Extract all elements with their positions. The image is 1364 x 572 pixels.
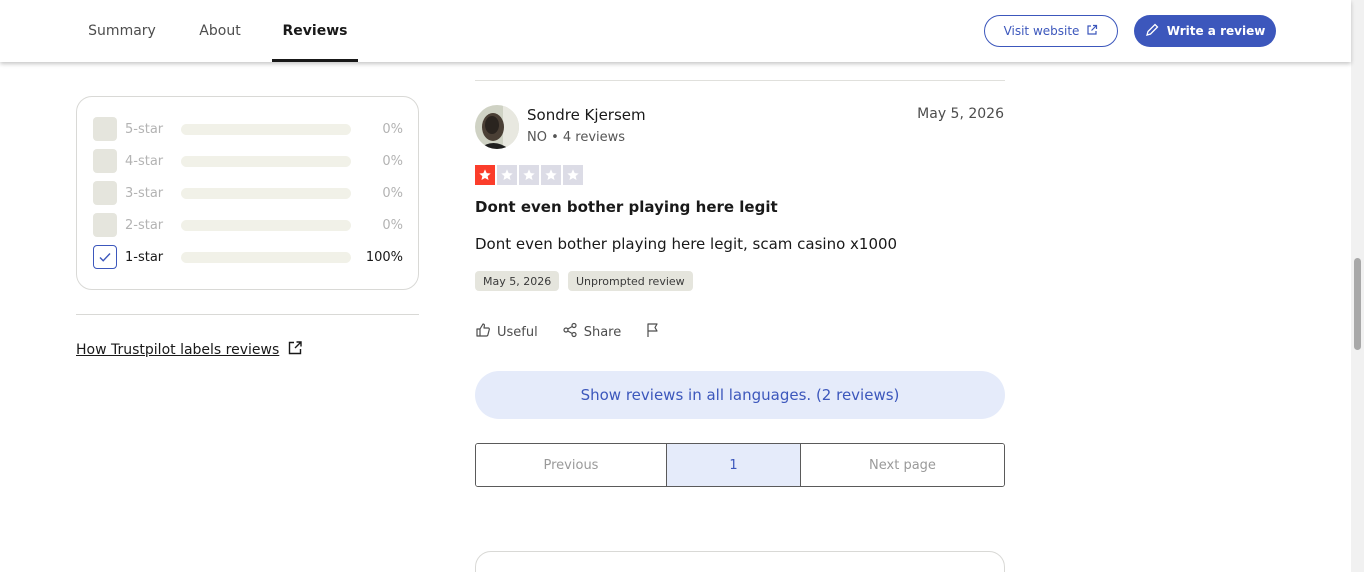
filter-label: 3-star xyxy=(125,185,164,201)
visit-website-label: Visit website xyxy=(1003,24,1080,38)
filter-label: 4-star xyxy=(125,153,164,169)
filter-row-1-star[interactable]: 1-star 100% xyxy=(93,245,403,269)
filter-checkbox[interactable] xyxy=(93,149,117,173)
flag-icon xyxy=(645,322,661,342)
review-divider xyxy=(475,80,1005,81)
next-page-button[interactable]: Next page xyxy=(801,444,1004,486)
checkmark-icon xyxy=(99,253,111,262)
reviewer-meta: NO • 4 reviews xyxy=(527,130,626,145)
filter-percent: 0% xyxy=(382,121,403,137)
star-icon xyxy=(519,165,539,185)
date-chip: May 5, 2026 xyxy=(475,271,560,291)
review-title[interactable]: Dont even bother playing here legit xyxy=(475,198,778,216)
filter-bar xyxy=(181,251,351,263)
tab-reviews[interactable]: Reviews xyxy=(272,0,358,62)
write-review-label: Write a review xyxy=(1166,24,1266,38)
current-page-button[interactable]: 1 xyxy=(667,444,801,486)
previous-page-button[interactable]: Previous xyxy=(476,444,667,486)
filter-checkbox[interactable] xyxy=(93,117,117,141)
review-date: May 5, 2026 xyxy=(917,106,1004,122)
star-icon xyxy=(475,165,495,185)
star-icon xyxy=(563,165,583,185)
filter-percent: 100% xyxy=(365,249,403,265)
review-actions: Useful Share xyxy=(475,322,661,342)
pencil-icon xyxy=(1145,23,1159,40)
filter-row-5-star[interactable]: 5-star 0% xyxy=(93,117,403,141)
page-scrollbar[interactable] xyxy=(1351,0,1364,572)
next-section-card xyxy=(475,551,1005,572)
filter-checkbox[interactable] xyxy=(93,213,117,237)
star-icon xyxy=(497,165,517,185)
thumbs-up-icon xyxy=(475,322,491,342)
how-trustpilot-labels-link[interactable]: How Trustpilot labels reviews xyxy=(76,340,303,360)
filter-label: 1-star xyxy=(125,249,164,265)
how-trustpilot-labels-text: How Trustpilot labels reviews xyxy=(76,342,280,358)
visit-website-button[interactable]: Visit website xyxy=(984,15,1118,47)
top-nav-bar: Summary About Reviews Visit website Writ… xyxy=(0,0,1351,62)
filter-percent: 0% xyxy=(382,185,403,201)
share-icon xyxy=(562,322,578,342)
filter-checkbox[interactable] xyxy=(93,181,117,205)
pagination: Previous 1 Next page xyxy=(475,443,1005,487)
filter-bar xyxy=(181,187,351,199)
useful-button[interactable]: Useful xyxy=(475,322,538,342)
report-button[interactable] xyxy=(645,322,661,342)
star-rating xyxy=(475,165,583,185)
write-review-button[interactable]: Write a review xyxy=(1134,15,1276,47)
external-link-icon xyxy=(287,340,303,360)
filter-row-3-star[interactable]: 3-star 0% xyxy=(93,181,403,205)
share-label: Share xyxy=(583,324,622,340)
unprompted-review-chip[interactable]: Unprompted review xyxy=(568,271,693,291)
show-all-languages-button[interactable]: Show reviews in all languages. (2 review… xyxy=(475,371,1005,419)
useful-label: Useful xyxy=(497,324,538,340)
external-link-icon xyxy=(1086,24,1098,39)
star-filter-card: 5-star 0% 4-star 0% 3-star 0% 2-star 0% … xyxy=(76,96,419,290)
filter-percent: 0% xyxy=(382,153,403,169)
filter-bar xyxy=(181,219,351,231)
review-text: Dont even bother playing here legit, sca… xyxy=(475,235,898,253)
filter-row-2-star[interactable]: 2-star 0% xyxy=(93,213,403,237)
filter-bar xyxy=(181,123,351,135)
tab-summary[interactable]: Summary xyxy=(76,0,168,62)
star-icon xyxy=(541,165,561,185)
filter-percent: 0% xyxy=(382,217,403,233)
tab-about[interactable]: About xyxy=(184,0,256,62)
scrollbar-thumb[interactable] xyxy=(1354,258,1361,350)
filter-row-4-star[interactable]: 4-star 0% xyxy=(93,149,403,173)
reviewer-name[interactable]: Sondre Kjersem xyxy=(527,106,646,124)
filter-label: 2-star xyxy=(125,217,164,233)
filter-label: 5-star xyxy=(125,121,164,137)
sidebar-divider xyxy=(76,314,419,315)
share-button[interactable]: Share xyxy=(562,322,622,342)
filter-bar xyxy=(181,155,351,167)
filter-checkbox[interactable] xyxy=(93,245,117,269)
avatar[interactable] xyxy=(475,105,519,149)
